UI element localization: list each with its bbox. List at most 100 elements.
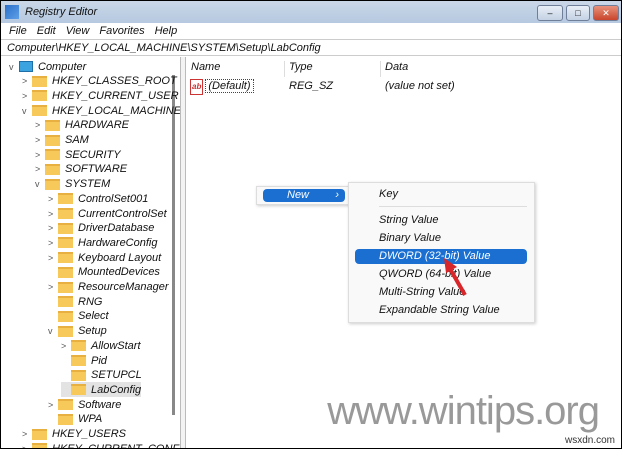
tree-item[interactable]: Pid: [61, 353, 107, 368]
value-name: (Default): [205, 79, 254, 93]
tree-item[interactable]: > HKEY_CLASSES_ROOT: [22, 74, 177, 89]
pane-splitter[interactable]: [181, 57, 186, 448]
submenu-item[interactable]: Expandable String Value: [349, 303, 534, 318]
tree-item[interactable]: LabConfig: [61, 382, 142, 398]
tree-item[interactable]: v Computer: [9, 59, 86, 74]
tree-item[interactable]: > CurrentControlSet: [48, 206, 167, 221]
chevron-right-icon[interactable]: >: [22, 444, 32, 448]
chevron-right-icon[interactable]: >: [35, 120, 45, 130]
chevron-right-icon[interactable]: >: [48, 209, 58, 219]
chevron-right-icon[interactable]: >: [22, 429, 32, 439]
tree-item[interactable]: > ControlSet001: [48, 191, 148, 206]
tree-item-label: SOFTWARE: [65, 163, 128, 176]
chevron-right-icon[interactable]: >: [61, 341, 71, 351]
tree-item-label: HKEY_CLASSES_ROOT: [52, 75, 177, 88]
column-header-data[interactable]: Data: [381, 61, 621, 77]
tree-item[interactable]: WPA: [48, 412, 102, 427]
tree-item[interactable]: > HKEY_CURRENT_CONFIG: [22, 441, 180, 448]
tree-item-label: Select: [78, 310, 109, 323]
folder-icon: [45, 149, 60, 161]
address-bar[interactable]: Computer\HKEY_LOCAL_MACHINE\SYSTEM\Setup…: [1, 39, 621, 56]
tree-item[interactable]: > HARDWARE: [35, 118, 129, 133]
close-button[interactable]: ✕: [593, 5, 619, 21]
tree-item-label: ControlSet001: [78, 192, 149, 205]
folder-icon: [45, 119, 60, 131]
tree-item[interactable]: > Software: [48, 397, 121, 412]
tree-item-label: LabConfig: [91, 383, 142, 396]
tree-item[interactable]: > DriverDatabase: [48, 221, 154, 236]
tree-item-label: RNG: [78, 295, 103, 308]
tree-scrollbar[interactable]: [172, 75, 175, 415]
chevron-right-icon[interactable]: >: [48, 282, 58, 292]
tree-item[interactable]: MountedDevices: [48, 265, 160, 280]
context-menu: New ›: [256, 186, 350, 205]
folder-icon: [71, 384, 86, 396]
tree-item-label: WPA: [78, 413, 103, 426]
menu-help[interactable]: Help: [155, 25, 178, 37]
folder-icon: [32, 75, 47, 87]
value-row-default[interactable]: ab (Default): [190, 79, 254, 95]
folder-icon: [45, 134, 60, 146]
menu-favorites[interactable]: Favorites: [99, 25, 144, 37]
chevron-right-icon[interactable]: >: [48, 238, 58, 248]
menu-file[interactable]: File: [9, 25, 27, 37]
folder-icon: [58, 237, 73, 249]
folder-icon: [58, 325, 73, 337]
column-header-type[interactable]: Type: [285, 61, 381, 77]
chevron-down-icon[interactable]: v: [22, 106, 32, 116]
folder-icon: [71, 355, 86, 366]
submenu-item[interactable]: String Value: [349, 213, 534, 228]
minimize-button[interactable]: –: [537, 5, 563, 21]
tree-item[interactable]: > HKEY_USERS: [22, 427, 126, 442]
chevron-right-icon[interactable]: >: [35, 164, 45, 174]
tree-item[interactable]: > HKEY_CURRENT_USER: [22, 88, 179, 103]
computer-icon: [19, 61, 33, 72]
chevron-down-icon[interactable]: v: [9, 62, 19, 72]
maximize-button[interactable]: □: [566, 5, 590, 21]
tree-item[interactable]: > ResourceManager: [48, 280, 169, 295]
tree-item[interactable]: > AllowStart: [61, 338, 141, 353]
chevron-right-icon[interactable]: >: [35, 135, 45, 145]
folder-icon: [58, 413, 73, 425]
tree-item-label: HKEY_CURRENT_CONFIG: [52, 443, 180, 448]
value-data: (value not set): [385, 80, 455, 92]
chevron-right-icon[interactable]: >: [22, 91, 32, 101]
chevron-down-icon[interactable]: v: [48, 326, 58, 336]
tree-item[interactable]: v SYSTEM: [35, 177, 110, 192]
tree-item[interactable]: > Keyboard Layout: [48, 250, 161, 265]
tree-item[interactable]: Select: [48, 309, 109, 324]
tree-item[interactable]: SETUPCL: [61, 368, 142, 383]
chevron-right-icon[interactable]: >: [22, 76, 32, 86]
submenu-item[interactable]: Binary Value: [349, 231, 534, 246]
tree-item[interactable]: > HardwareConfig: [48, 235, 157, 250]
chevron-right-icon[interactable]: >: [48, 400, 58, 410]
tree-item[interactable]: v Setup: [48, 324, 107, 339]
tree-item[interactable]: > SAM: [35, 133, 89, 148]
folder-icon: [58, 193, 73, 205]
tree-item[interactable]: > SOFTWARE: [35, 162, 127, 177]
chevron-right-icon[interactable]: >: [48, 194, 58, 204]
folder-icon: [58, 296, 73, 308]
folder-icon: [71, 369, 86, 381]
title-bar: Registry Editor – □ ✕: [1, 1, 621, 23]
menu-edit[interactable]: Edit: [37, 25, 56, 37]
tree-item-label: SETUPCL: [91, 369, 142, 382]
tree-item-label: Keyboard Layout: [78, 251, 162, 264]
tree-item-label: HARDWARE: [65, 119, 129, 132]
chevron-down-icon[interactable]: v: [35, 179, 45, 189]
column-header-name[interactable]: Name: [187, 61, 285, 77]
tree-item[interactable]: > SECURITY: [35, 147, 121, 162]
chevron-right-icon[interactable]: >: [48, 223, 58, 233]
menu-view[interactable]: View: [66, 25, 90, 37]
submenu-item[interactable]: Key: [349, 187, 534, 202]
tree-item-label: CurrentControlSet: [78, 207, 167, 220]
chevron-right-icon[interactable]: >: [48, 253, 58, 263]
menu-item-new[interactable]: New ›: [263, 189, 345, 202]
folder-icon: [32, 428, 47, 440]
folder-icon: [45, 178, 60, 190]
tree-item[interactable]: RNG: [48, 294, 102, 309]
tree-item[interactable]: v HKEY_LOCAL_MACHINE: [22, 103, 180, 118]
chevron-right-icon[interactable]: >: [35, 150, 45, 160]
tree-item-label: SECURITY: [65, 148, 121, 161]
new-submenu: Key String Value Binary Value DWORD (32-bit…: [348, 182, 535, 323]
